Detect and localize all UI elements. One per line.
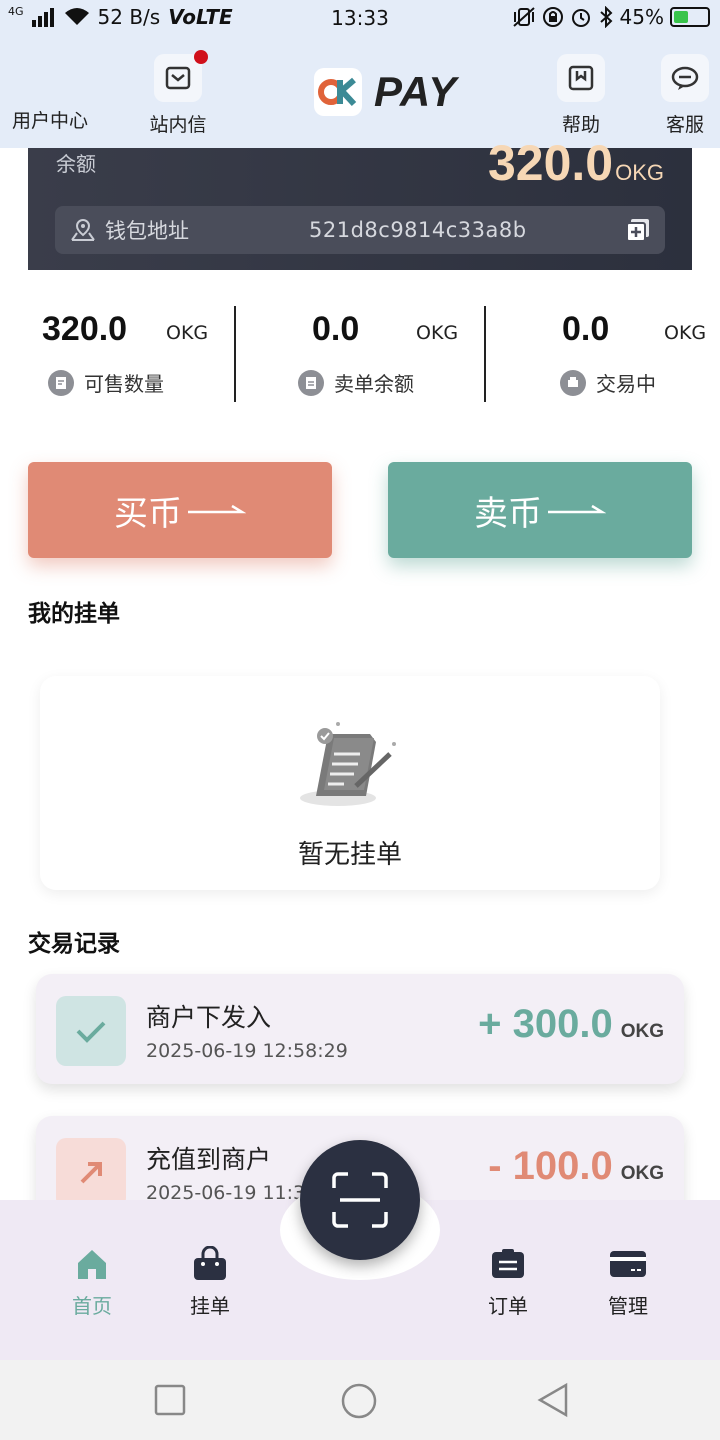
balance-card: 余额 320.0OKG 钱包地址 521d8c9814c33a8b bbox=[28, 135, 692, 280]
card-icon bbox=[608, 1244, 648, 1284]
copy-icon[interactable] bbox=[625, 217, 651, 243]
app-logo: PAY bbox=[314, 68, 457, 116]
home-button[interactable] bbox=[340, 1382, 378, 1420]
stat-trading: 0.0 OKG 交易中 bbox=[480, 270, 720, 420]
network-speed: 52 B/s bbox=[97, 5, 161, 29]
clipboard-icon bbox=[488, 1244, 528, 1284]
nav-orders-label: 订单 bbox=[488, 1294, 528, 1318]
unread-dot bbox=[194, 50, 208, 64]
scan-button[interactable] bbox=[300, 1140, 420, 1260]
stat-label: 卖单余额 bbox=[298, 368, 414, 397]
record-unit: OKG bbox=[620, 1163, 664, 1184]
sell-label: 卖币 bbox=[474, 493, 542, 534]
recent-apps-button[interactable] bbox=[154, 1384, 186, 1416]
records-title: 交易记录 bbox=[28, 931, 120, 957]
nav-orders[interactable]: 订单 bbox=[448, 1244, 568, 1319]
nav-listing-label: 挂单 bbox=[190, 1294, 230, 1318]
record-amount-value: - 100.0 bbox=[488, 1144, 613, 1188]
stat-label-text: 卖单余额 bbox=[334, 372, 414, 396]
battery-icon bbox=[670, 7, 710, 27]
empty-orders-card: 暂无挂单 bbox=[40, 676, 660, 890]
back-button[interactable] bbox=[536, 1382, 570, 1418]
arrow-right-icon bbox=[548, 504, 606, 514]
system-nav-bar bbox=[0, 1360, 720, 1440]
wallet-address: 521d8c9814c33a8b bbox=[309, 218, 527, 242]
empty-orders-text: 暂无挂单 bbox=[297, 840, 402, 870]
record-amount-value: + 300.0 bbox=[478, 1002, 613, 1046]
nav-home-label: 首页 bbox=[72, 1294, 112, 1318]
user-center-link[interactable]: 用户中心 bbox=[12, 106, 88, 133]
help-button[interactable]: 帮助 bbox=[556, 54, 606, 137]
record-amount: - 100.0 OKG bbox=[488, 1144, 664, 1189]
arrow-up-right-icon bbox=[56, 1138, 126, 1208]
signal-icon bbox=[31, 8, 54, 27]
stat-unit: OKG bbox=[166, 322, 209, 344]
document-icon bbox=[298, 369, 324, 396]
bag-icon bbox=[190, 1244, 230, 1284]
nav-manage[interactable]: 管理 bbox=[568, 1244, 688, 1319]
alarm-icon bbox=[571, 9, 590, 27]
location-icon bbox=[71, 218, 95, 241]
record-item[interactable]: 商户下发入 2025-06-19 12:58:29 + 300.0 OKG bbox=[36, 974, 684, 1084]
buy-button[interactable]: 买币 bbox=[28, 462, 332, 558]
help-label: 帮助 bbox=[561, 114, 600, 136]
balance-amount: 320.0OKG bbox=[488, 134, 664, 192]
status-bar: 4G 52 B/s VoLTE 13:33 45% bbox=[0, 0, 720, 36]
balance-unit: OKG bbox=[615, 160, 664, 185]
stat-label-text: 可售数量 bbox=[84, 372, 164, 396]
wifi-icon bbox=[64, 8, 89, 25]
user-center-label: 用户中心 bbox=[12, 110, 89, 132]
record-time: 2025-06-19 12:58:29 bbox=[146, 1040, 348, 1062]
bluetooth-icon bbox=[599, 6, 612, 28]
help-icon bbox=[557, 54, 605, 102]
inbox-label: 站内信 bbox=[149, 114, 207, 136]
my-orders-title: 我的挂单 bbox=[28, 601, 120, 627]
stats-panel: 320.0 OKG 可售数量 0.0 OKG 卖单余额 0.0 OKG 交易中 bbox=[0, 270, 720, 430]
balance-value: 320.0 bbox=[487, 135, 614, 191]
nav-listing[interactable]: 挂单 bbox=[150, 1244, 270, 1319]
volte-indicator: VoLTE bbox=[168, 5, 233, 29]
wallet-address-row: 钱包地址 521d8c9814c33a8b bbox=[55, 206, 665, 254]
stat-sellable: 320.0 OKG 可售数量 bbox=[0, 270, 240, 420]
record-amount: + 300.0 OKG bbox=[478, 1002, 664, 1047]
buy-label: 买币 bbox=[114, 493, 182, 534]
stat-value: 0.0 bbox=[312, 310, 360, 348]
chat-icon bbox=[661, 54, 709, 102]
printer-icon bbox=[560, 369, 586, 396]
stat-unit: OKG bbox=[416, 322, 459, 344]
inbox-icon bbox=[154, 50, 208, 102]
record-unit: OKG bbox=[620, 1021, 664, 1042]
app-header: 用户中心 站内信 PAY 帮助 客服 bbox=[0, 36, 720, 148]
check-icon bbox=[56, 996, 126, 1066]
wallet-label: 钱包地址 bbox=[105, 219, 189, 243]
balance-label: 余额 bbox=[56, 152, 96, 176]
stat-label-text: 交易中 bbox=[596, 372, 656, 396]
service-label: 客服 bbox=[665, 114, 704, 136]
stat-label: 可售数量 bbox=[48, 368, 164, 397]
stat-value: 320.0 bbox=[42, 310, 128, 348]
sell-button[interactable]: 卖币 bbox=[388, 462, 692, 558]
network-type: 4G bbox=[8, 4, 24, 18]
record-title: 充值到商户 bbox=[146, 1145, 272, 1174]
record-title: 商户下发入 bbox=[146, 1003, 272, 1032]
scan-icon bbox=[332, 1172, 388, 1228]
home-icon bbox=[72, 1244, 112, 1284]
nav-manage-label: 管理 bbox=[608, 1294, 648, 1318]
stat-sell-balance: 0.0 OKG 卖单余额 bbox=[240, 270, 480, 420]
divider bbox=[234, 306, 236, 402]
arrow-right-icon bbox=[188, 504, 246, 514]
logo-text: PAY bbox=[374, 68, 458, 115]
stat-unit: OKG bbox=[664, 322, 707, 344]
battery-percent: 45% bbox=[619, 5, 664, 29]
service-button[interactable]: 客服 bbox=[660, 54, 710, 137]
logo-mark bbox=[314, 68, 362, 116]
empty-document-icon bbox=[300, 722, 396, 806]
sellable-icon bbox=[48, 369, 74, 396]
inbox-button[interactable]: 站内信 bbox=[148, 50, 208, 137]
nav-home[interactable]: 首页 bbox=[32, 1244, 152, 1319]
vibrate-icon bbox=[512, 7, 535, 27]
stat-label: 交易中 bbox=[560, 368, 656, 397]
stat-value: 0.0 bbox=[562, 310, 610, 348]
lock-icon bbox=[542, 7, 563, 27]
